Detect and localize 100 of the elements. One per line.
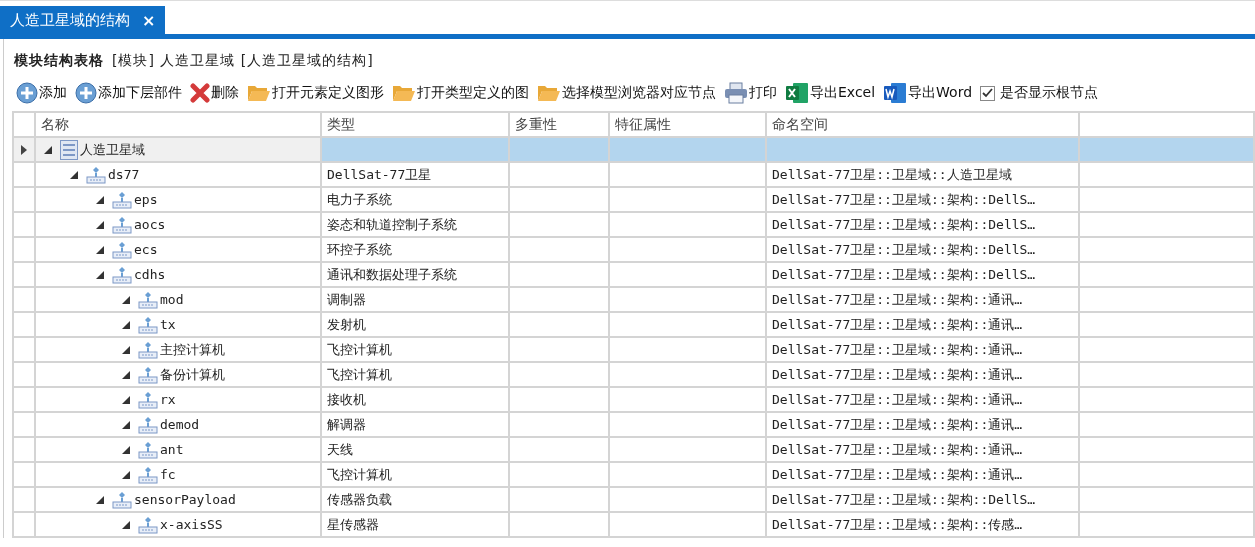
- element-name: mod: [160, 292, 184, 307]
- toolbar-button[interactable]: 导出Excel: [785, 82, 876, 104]
- expand-toggle[interactable]: [122, 445, 130, 454]
- expand-toggle[interactable]: [122, 345, 130, 354]
- element-name: demod: [160, 417, 200, 432]
- table-row[interactable]: ds77 DellSat-77卫星 DellSat-77卫星::卫星域::人造卫星域: [14, 163, 1255, 188]
- namespace-cell: DellSat-77卫星::卫星域::架构::通讯…: [772, 365, 1023, 384]
- table-row[interactable]: ant 天线 DellSat-77卫星::卫星域::架构::通讯…: [14, 438, 1255, 463]
- table-row[interactable]: 人造卫星域: [14, 138, 1255, 163]
- expand-toggle[interactable]: [122, 295, 130, 304]
- component-icon: [86, 165, 106, 184]
- component-icon: [112, 240, 132, 259]
- element-name: x-axisSS: [160, 517, 223, 532]
- plus-icon: [75, 82, 97, 104]
- toolbar-button[interactable]: 添加下层部件: [75, 82, 182, 104]
- table-row[interactable]: 主控计算机 飞控计算机 DellSat-77卫星::卫星域::架构::通讯…: [14, 338, 1255, 363]
- table-row[interactable]: sensorPayload 传感器负载 DellSat-77卫星::卫星域::架构::DellS…: [14, 488, 1255, 513]
- type-cell: 飞控计算机: [327, 365, 392, 384]
- element-name: aocs: [134, 217, 166, 232]
- toolbar-button[interactable]: 删除: [190, 83, 239, 103]
- table-row[interactable]: x-axisSS 星传感器 DellSat-77卫星::卫星域::架构::传感…: [14, 513, 1255, 538]
- component-icon: [112, 265, 132, 284]
- checkbox-option[interactable]: 是否显示根节点: [980, 84, 1099, 102]
- expand-toggle[interactable]: [122, 395, 130, 404]
- component-icon: [138, 390, 158, 409]
- panel-title: 模块结构表格: [14, 52, 104, 70]
- type-cell: 环控子系统: [327, 240, 392, 259]
- namespace-cell: DellSat-77卫星::卫星域::架构::通讯…: [772, 315, 1023, 334]
- expand-toggle[interactable]: [122, 370, 130, 379]
- toolbar-button[interactable]: 打开元素定义图形: [247, 84, 384, 102]
- toolbar-button[interactable]: 添加: [16, 82, 67, 104]
- namespace-cell: DellSat-77卫星::卫星域::架构::DellS…: [772, 240, 1036, 259]
- table-row[interactable]: 备份计算机 飞控计算机 DellSat-77卫星::卫星域::架构::通讯…: [14, 363, 1255, 388]
- table-row[interactable]: fc 飞控计算机 DellSat-77卫星::卫星域::架构::通讯…: [14, 463, 1255, 488]
- expand-toggle[interactable]: [70, 170, 78, 179]
- checkbox[interactable]: [980, 85, 996, 101]
- namespace-cell: DellSat-77卫星::卫星域::架构::通讯…: [772, 465, 1023, 484]
- folder-icon: [247, 84, 271, 102]
- element-name: sensorPayload: [134, 492, 236, 507]
- toolbar-button[interactable]: 打印: [724, 82, 777, 104]
- expand-toggle[interactable]: [96, 270, 104, 279]
- document-tab[interactable]: 人造卫星域的结构 ×: [0, 6, 166, 34]
- table-row[interactable]: aocs 姿态和轨道控制子系统 DellSat-77卫星::卫星域::架构::DellS…: [14, 213, 1255, 238]
- type-cell: 调制器: [327, 290, 366, 309]
- table-row[interactable]: rx 接收机 DellSat-77卫星::卫星域::架构::通讯…: [14, 388, 1255, 413]
- table-row[interactable]: tx 发射机 DellSat-77卫星::卫星域::架构::通讯…: [14, 313, 1255, 338]
- toolbar-button[interactable]: 打开类型定义的图: [392, 84, 529, 102]
- namespace-cell: DellSat-77卫星::卫星域::架构::通讯…: [772, 390, 1023, 409]
- type-cell: 星传感器: [327, 515, 379, 534]
- table-row[interactable]: ecs 环控子系统 DellSat-77卫星::卫星域::架构::DellS…: [14, 238, 1255, 263]
- component-icon: [138, 515, 158, 534]
- expand-toggle[interactable]: [96, 495, 104, 504]
- namespace-cell: DellSat-77卫星::卫星域::架构::DellS…: [772, 265, 1036, 284]
- element-name: 人造卫星域: [80, 140, 145, 159]
- expand-toggle[interactable]: [122, 520, 130, 529]
- toolbar-button[interactable]: 导出Word: [883, 82, 973, 104]
- namespace-cell: DellSat-77卫星::卫星域::架构::传感…: [772, 515, 1023, 534]
- namespace-cell: DellSat-77卫星::卫星域::架构::通讯…: [772, 440, 1023, 459]
- type-cell: 姿态和轨道控制子系统: [327, 215, 457, 234]
- spreadsheet-icon: [785, 82, 809, 104]
- namespace-cell: DellSat-77卫星::卫星域::架构::通讯…: [772, 290, 1023, 309]
- type-cell: 天线: [327, 440, 353, 459]
- component-icon: [138, 365, 158, 384]
- expand-toggle[interactable]: [122, 320, 130, 329]
- close-button[interactable]: ×: [142, 10, 156, 30]
- type-cell: 传感器负载: [327, 490, 392, 509]
- element-name: 主控计算机: [160, 340, 225, 359]
- component-icon: [112, 190, 132, 209]
- list-icon: [60, 139, 78, 160]
- namespace-cell: DellSat-77卫星::卫星域::架构::DellS…: [772, 490, 1036, 509]
- toolbar-button[interactable]: 选择模型浏览器对应节点: [537, 84, 716, 102]
- component-icon: [138, 340, 158, 359]
- component-icon: [138, 415, 158, 434]
- namespace-cell: DellSat-77卫星::卫星域::架构::DellS…: [772, 215, 1036, 234]
- table-row[interactable]: mod 调制器 DellSat-77卫星::卫星域::架构::通讯…: [14, 288, 1255, 313]
- table-row[interactable]: eps 电力子系统 DellSat-77卫星::卫星域::架构::DellS…: [14, 188, 1255, 213]
- component-icon: [138, 290, 158, 309]
- component-icon: [112, 490, 132, 509]
- expand-toggle[interactable]: [96, 245, 104, 254]
- expand-toggle[interactable]: [122, 420, 130, 429]
- table-row[interactable]: demod 解调器 DellSat-77卫星::卫星域::架构::通讯…: [14, 413, 1255, 438]
- element-name: tx: [160, 317, 176, 332]
- expand-toggle[interactable]: [96, 220, 104, 229]
- expand-toggle[interactable]: [44, 145, 52, 154]
- table-row[interactable]: cdhs 通讯和数据处理子系统 DellSat-77卫星::卫星域::架构::DellS…: [14, 263, 1255, 288]
- namespace-cell: DellSat-77卫星::卫星域::人造卫星域: [772, 165, 1012, 184]
- element-name: 备份计算机: [160, 365, 225, 384]
- namespace-cell: DellSat-77卫星::卫星域::架构::通讯…: [772, 415, 1023, 434]
- printer-icon: [724, 82, 748, 104]
- current-row-icon: [21, 144, 27, 155]
- type-cell: 飞控计算机: [327, 340, 392, 359]
- type-cell: 通讯和数据处理子系统: [327, 265, 457, 284]
- type-cell: 电力子系统: [327, 190, 392, 209]
- expand-toggle[interactable]: [122, 470, 130, 479]
- namespace-cell: DellSat-77卫星::卫星域::架构::DellS…: [772, 190, 1036, 209]
- component-icon: [112, 215, 132, 234]
- element-name: cdhs: [134, 267, 166, 282]
- element-name: eps: [134, 192, 158, 207]
- plus-icon: [16, 82, 38, 104]
- expand-toggle[interactable]: [96, 195, 104, 204]
